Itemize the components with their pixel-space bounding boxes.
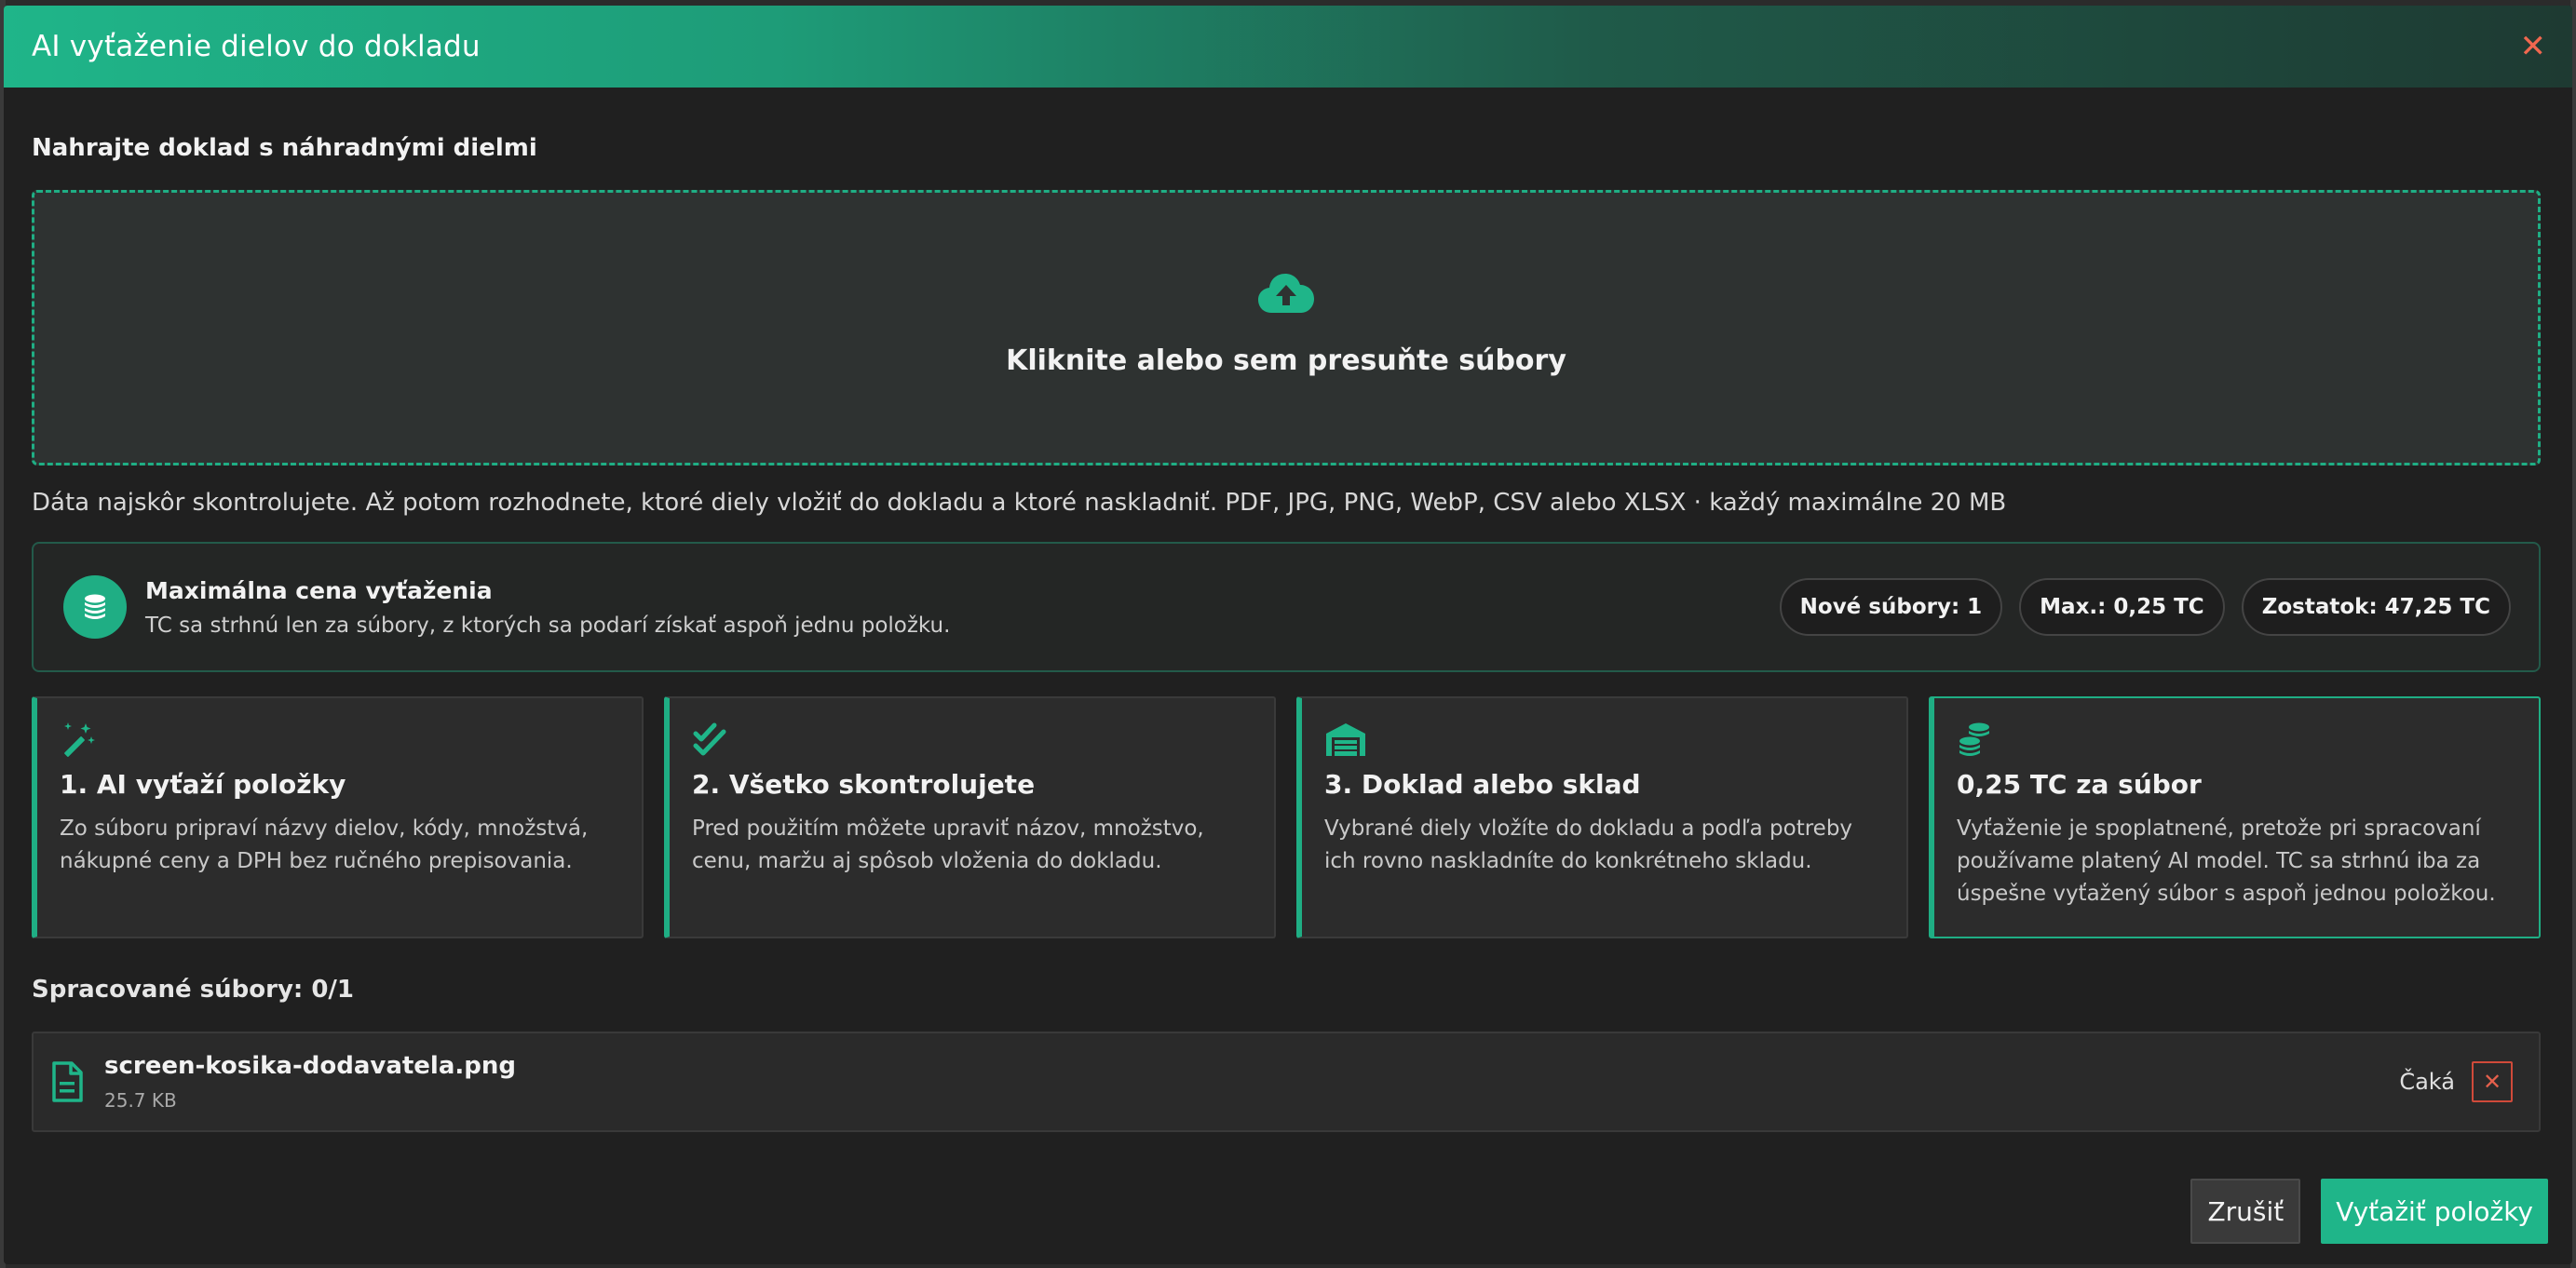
new-files-badge: Nové súbory: 1	[1779, 578, 2003, 636]
step-title: 2. Všetko skontrolujete	[692, 769, 1036, 800]
step-description: Vyťaženie je spoplatnené, pretože pri sp…	[1957, 816, 2496, 906]
file-size: 25.7 KB	[104, 1089, 177, 1112]
double-check-icon	[693, 722, 726, 756]
file-list-item: screen-kosika-dodavatela.png 25.7 KB Čak…	[32, 1032, 2541, 1132]
cloud-upload-icon	[1258, 273, 1314, 313]
coins-icon	[1959, 722, 1989, 756]
step-card-highlighted: 0,25 TC za súbor Vyťaženie je spoplatnen…	[1929, 696, 2541, 938]
magic-wand-icon	[64, 722, 95, 757]
upload-hint: Dáta najskôr skontrolujete. Až potom roz…	[32, 489, 2007, 517]
file-text-icon	[52, 1061, 83, 1102]
step-title: 3. Doklad alebo sklad	[1324, 769, 1641, 800]
file-dropzone[interactable]: Kliknite alebo sem presuňte súbory	[32, 190, 2541, 465]
dialog-title: AI vyťaženie dielov do dokladu	[32, 30, 481, 63]
cancel-button[interactable]: Zrušiť	[2190, 1179, 2301, 1244]
step-title: 0,25 TC za súbor	[1957, 769, 2202, 800]
processed-files-label: Spracované súbory: 0/1	[32, 976, 355, 1004]
step-description: Vybrané diely vložíte do dokladu a podľa…	[1324, 816, 1853, 873]
step-title: 1. AI vyťaží položky	[60, 769, 346, 800]
ai-extraction-dialog: AI vyťaženie dielov do dokladu ✕ Nahrajt…	[4, 6, 2572, 1264]
extract-items-button[interactable]: Vyťažiť položky	[2321, 1179, 2548, 1244]
dialog-body: Nahrajte doklad s náhradnými dielmi Klik…	[4, 132, 2572, 1132]
step-card: 3. Doklad alebo sklad Vybrané diely vlož…	[1296, 696, 1908, 938]
upload-heading: Nahrajte doklad s náhradnými dielmi	[32, 134, 537, 162]
step-description: Pred použitím môžete upraviť názov, množ…	[692, 816, 1204, 873]
dropzone-label: Kliknite alebo sem presuňte súbory	[1006, 344, 1566, 377]
pricing-title: Maximálna cena vyťaženia	[145, 576, 493, 604]
warehouse-icon	[1326, 723, 1365, 756]
step-card: 1. AI vyťaží položky Zo súboru pripraví …	[32, 696, 644, 938]
pricing-panel: Maximálna cena vyťaženia TC sa strhnú le…	[32, 542, 2541, 672]
steps-list: 1. AI vyťaží položky Zo súboru pripraví …	[32, 696, 2544, 938]
close-icon[interactable]: ✕	[2520, 31, 2547, 62]
remove-file-button[interactable]: ✕	[2472, 1061, 2513, 1102]
dialog-footer: Zrušiť Vyťažiť položky	[2190, 1179, 2548, 1244]
max-price-badge: Max.: 0,25 TC	[2019, 578, 2225, 636]
file-name: screen-kosika-dodavatela.png	[104, 1052, 516, 1080]
dialog-header: AI vyťaženie dielov do dokladu ✕	[4, 6, 2572, 88]
file-status: Čaká	[2399, 1069, 2455, 1095]
balance-badge: Zostatok: 47,25 TC	[2241, 578, 2511, 636]
coins-icon	[63, 575, 127, 639]
step-card: 2. Všetko skontrolujete Pred použitím mô…	[664, 696, 1276, 938]
step-description: Zo súboru pripraví názvy dielov, kódy, m…	[60, 816, 589, 873]
pricing-subtitle: TC sa strhnú len za súbory, z ktorých sa…	[145, 613, 951, 638]
